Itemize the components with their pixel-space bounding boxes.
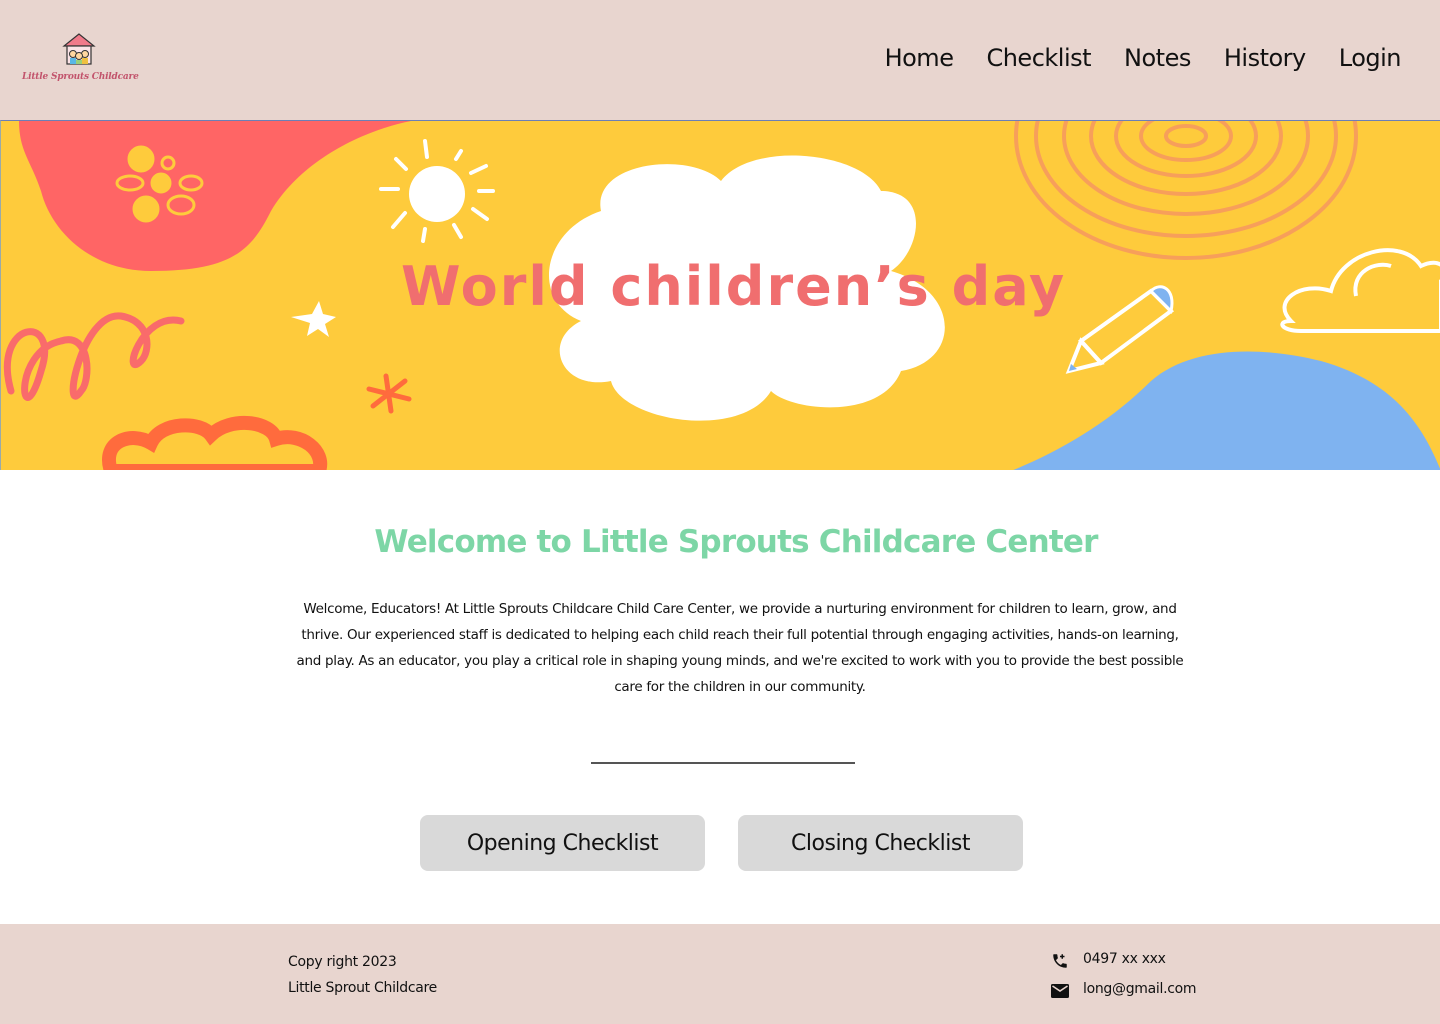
email-address[interactable]: long@gmail.com [1083, 981, 1197, 997]
mail-icon [1051, 984, 1069, 998]
logo-text: Little Sprouts Childcare [22, 72, 139, 82]
nav-checklist[interactable]: Checklist [986, 44, 1091, 72]
squiggle-shape [3, 312, 185, 401]
nav-login[interactable]: Login [1339, 44, 1402, 72]
pencil-icon [1065, 285, 1175, 374]
page-title: Welcome to Little Sprouts Childcare Cent… [374, 524, 1098, 560]
nav-home[interactable]: Home [885, 44, 954, 72]
banner-title: World children’s day [401, 255, 1067, 318]
opening-checklist-button[interactable]: Opening Checklist [420, 815, 705, 871]
phone-icon [1053, 954, 1067, 968]
copyright-text: Copy right 2023 [288, 954, 397, 970]
phone-number[interactable]: 0497 xx xxx [1083, 951, 1166, 967]
welcome-paragraph: Welcome, Educators! At Little Sprouts Ch… [296, 601, 1184, 695]
hero-banner: World children’s day [0, 120, 1440, 470]
org-name: Little Sprout Childcare [288, 980, 437, 996]
outline-cloud-shape [1280, 248, 1440, 333]
nav-history[interactable]: History [1224, 44, 1306, 72]
nav-notes[interactable]: Notes [1124, 44, 1191, 72]
spiral-decoration [1014, 121, 1358, 260]
house-logo-icon [62, 33, 96, 65]
red-blob-shape [19, 121, 411, 271]
closing-checklist-button[interactable]: Closing Checklist [738, 815, 1023, 871]
site-header: Little Sprouts Childcare Home Checklist … [0, 0, 1440, 120]
asterisk-icon [366, 373, 412, 414]
section-divider [591, 762, 855, 764]
site-footer: Copy right 2023 Little Sprout Childcare … [0, 924, 1440, 1024]
site-logo[interactable]: Little Sprouts Childcare [20, 32, 140, 88]
sun-icon [379, 139, 495, 243]
orange-cloud-shape [102, 416, 328, 470]
main-nav: Home Checklist Notes History Login [885, 44, 1402, 72]
star-icon [291, 301, 336, 337]
